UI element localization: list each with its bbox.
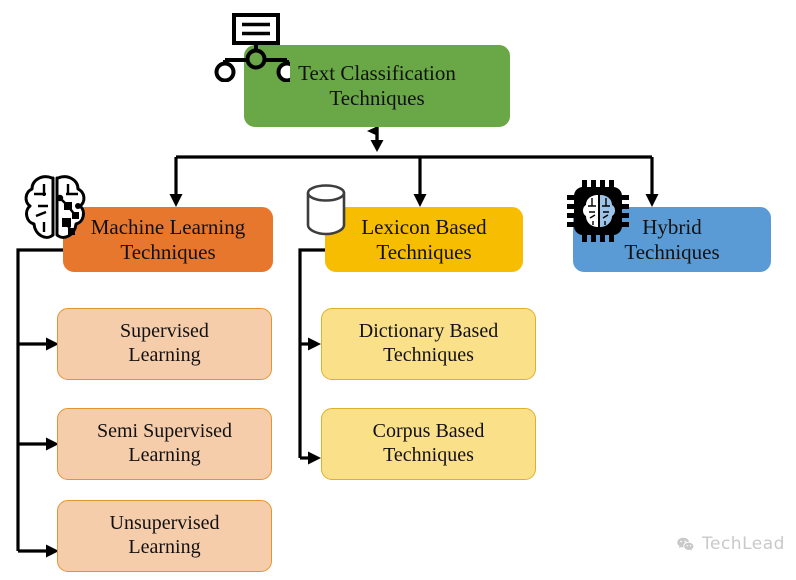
- edge-ml-spine: [16, 248, 63, 551]
- node-corpus-based-techniques[interactable]: Corpus Based Techniques: [321, 408, 536, 480]
- diagram-canvas: Text Classification Techniques Machine L…: [0, 0, 796, 580]
- wechat-icon: [677, 537, 694, 551]
- node-lexicon-based-techniques[interactable]: Lexicon Based Techniques: [325, 207, 523, 272]
- node-unsupervised-learning[interactable]: Unsupervised Learning: [57, 500, 272, 572]
- node-dictionary-based-techniques[interactable]: Dictionary Based Techniques: [321, 308, 536, 380]
- edge-root-arrowhead: [370, 140, 384, 152]
- ai-chip-icon: [567, 180, 629, 242]
- database-icon: [306, 184, 346, 236]
- watermark-label: TechLead: [702, 534, 785, 554]
- brain-icon: [24, 175, 86, 239]
- edge-lexicon-child-1-arrowhead: [308, 337, 321, 351]
- hierarchy-icon: [214, 13, 290, 82]
- edge-to-ml-arrowhead: [169, 194, 183, 207]
- node-semi-supervised-learning[interactable]: Semi Supervised Learning: [57, 408, 272, 480]
- node-supervised-learning[interactable]: Supervised Learning: [57, 308, 272, 380]
- edge-to-lexicon-arrowhead: [413, 194, 427, 207]
- node-machine-learning-techniques[interactable]: Machine Learning Techniques: [63, 207, 273, 272]
- edge-lexicon-child-2-arrowhead: [308, 451, 321, 465]
- edge-to-hybrid-arrowhead: [645, 194, 659, 207]
- watermark: TechLead: [676, 534, 785, 554]
